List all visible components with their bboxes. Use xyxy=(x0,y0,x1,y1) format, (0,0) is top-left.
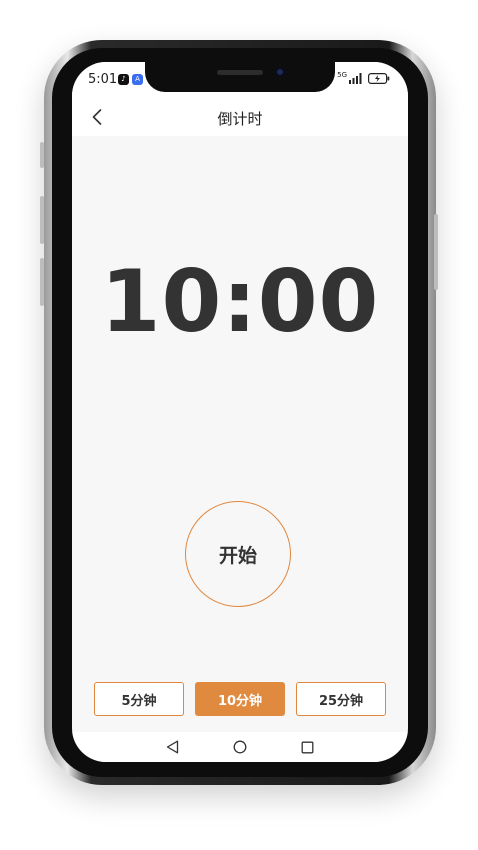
notch xyxy=(145,62,335,92)
volume-down-button xyxy=(40,258,44,306)
system-navigation-bar xyxy=(72,732,408,762)
status-time: 5:01 xyxy=(88,72,118,87)
earpiece-speaker xyxy=(217,70,263,75)
network-label: 5G xyxy=(337,70,347,79)
preset-label: 5分钟 xyxy=(121,693,157,709)
preset-5min-button[interactable]: 5分钟 xyxy=(94,682,184,716)
mute-switch xyxy=(40,142,44,168)
circle-home-icon[interactable] xyxy=(233,740,247,754)
preset-10min-button[interactable]: 10分钟 xyxy=(195,682,285,716)
battery-charging-icon xyxy=(368,73,390,84)
preset-label: 25分钟 xyxy=(318,693,364,709)
page-title: 倒计时 xyxy=(217,110,263,128)
preset-label: 10分钟 xyxy=(217,693,263,709)
app-notification-icon: A xyxy=(132,74,143,85)
preset-duration-group: 5分钟 10分钟 25分钟 xyxy=(94,682,386,716)
front-camera xyxy=(275,67,285,77)
app-header: 倒计时 xyxy=(72,98,408,136)
screen: 5:01 ♪ A 5G 倒计时 10:00 开始 5分钟 10分钟 25分钟 xyxy=(72,62,408,762)
power-button xyxy=(434,214,438,290)
preset-25min-button[interactable]: 25分钟 xyxy=(296,682,386,716)
countdown-display: 10:00 xyxy=(100,252,380,352)
volume-up-button xyxy=(40,196,44,244)
tiktok-icon: ♪ xyxy=(118,74,129,85)
square-recent-icon[interactable] xyxy=(301,741,314,754)
start-button-label: 开始 xyxy=(218,544,257,567)
signal-icon xyxy=(349,73,362,84)
triangle-back-icon[interactable] xyxy=(166,740,179,754)
start-button[interactable]: 开始 xyxy=(185,501,291,607)
